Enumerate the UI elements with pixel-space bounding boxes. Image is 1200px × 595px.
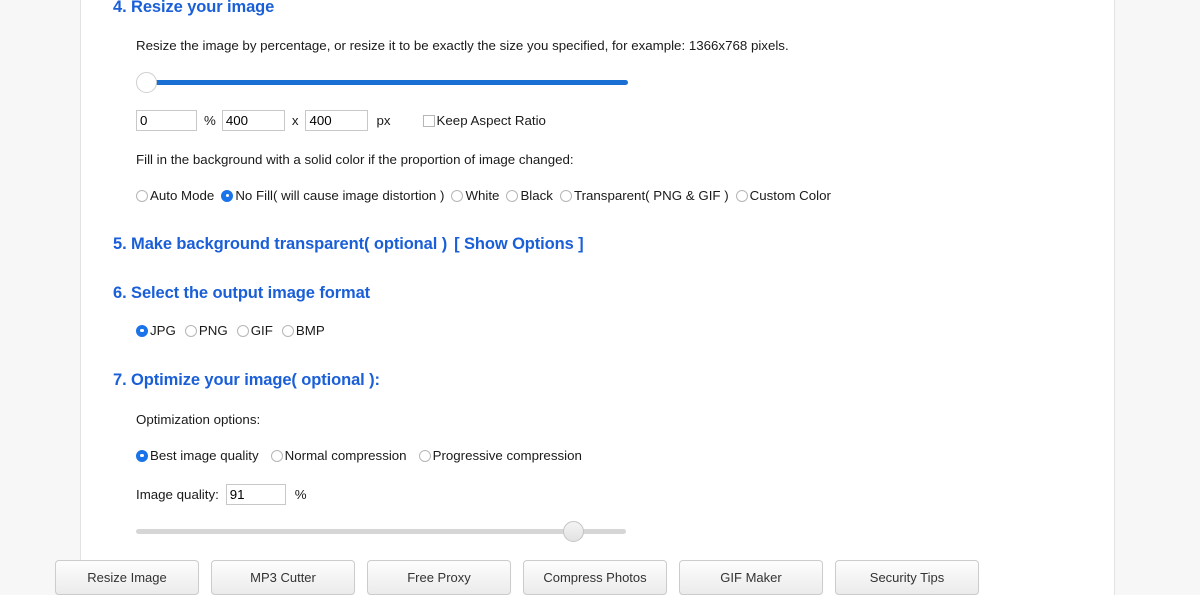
keep-aspect-ratio-label: Keep Aspect Ratio: [436, 113, 546, 128]
transparent-heading-text: 5. Make background transparent( optional…: [113, 235, 448, 253]
quality-slider-handle[interactable]: [563, 521, 584, 542]
tool-button-gif-maker[interactable]: GIF Maker: [679, 560, 823, 595]
resize-percent-slider[interactable]: [136, 72, 628, 94]
resize-heading-text: 4. Resize your image: [113, 0, 275, 16]
quality-slider-track[interactable]: [136, 529, 626, 534]
show-options-link[interactable]: [ Show Options ]: [454, 235, 584, 254]
optimization-options-label: Optimization options:: [136, 412, 261, 427]
radio-icon[interactable]: [559, 189, 572, 202]
fill-option-label: White: [465, 188, 500, 203]
footer-tool-buttons: Resize Image MP3 Cutter Free Proxy Compr…: [55, 560, 979, 595]
pixel-unit-label: px: [376, 113, 391, 128]
fill-option-label: No Fill( will cause image distortion ): [235, 188, 445, 203]
fill-option-no-fill[interactable]: No Fill( will cause image distortion ): [221, 188, 444, 203]
page-root: 4. Resize your image Resize the image by…: [0, 0, 1200, 595]
tool-button-security-tips[interactable]: Security Tips: [835, 560, 979, 595]
radio-icon[interactable]: [236, 324, 249, 337]
optimize-option-normal-compression[interactable]: Normal compression: [270, 448, 407, 463]
optimize-options-row: Best image quality Normal compression Pr…: [136, 448, 582, 463]
format-option-bmp[interactable]: BMP: [281, 323, 325, 338]
fill-options-row: Auto Mode No Fill( will cause image dist…: [136, 188, 831, 203]
optimize-option-progressive-compression[interactable]: Progressive compression: [418, 448, 582, 463]
image-quality-input[interactable]: [225, 484, 286, 505]
fill-option-label: Custom Color: [749, 188, 831, 203]
fill-option-white[interactable]: White: [451, 188, 499, 203]
tool-button-resize-image[interactable]: Resize Image: [55, 560, 199, 595]
percent-unit-label: %: [204, 113, 216, 128]
tool-button-compress-photos[interactable]: Compress Photos: [523, 560, 667, 595]
image-quality-slider[interactable]: [136, 521, 626, 543]
dimension-separator-label: x: [291, 113, 299, 128]
resize-slider-track[interactable]: [146, 80, 628, 85]
fill-option-custom-color[interactable]: Custom Color: [735, 188, 831, 203]
radio-icon[interactable]: [281, 324, 294, 337]
fill-option-black[interactable]: Black: [506, 188, 553, 203]
optimize-option-best-quality[interactable]: Best image quality: [136, 448, 259, 463]
radio-icon[interactable]: [184, 324, 197, 337]
fill-option-transparent[interactable]: Transparent( PNG & GIF ): [559, 188, 729, 203]
resize-description: Resize the image by percentage, or resiz…: [136, 38, 789, 53]
resize-width-input[interactable]: [221, 110, 285, 131]
format-option-label: JPG: [150, 323, 176, 338]
format-option-gif[interactable]: GIF: [236, 323, 273, 338]
resize-percent-input[interactable]: [136, 110, 197, 131]
tool-button-free-proxy[interactable]: Free Proxy: [367, 560, 511, 595]
optimize-option-label: Progressive compression: [432, 448, 582, 463]
optimize-option-label: Normal compression: [284, 448, 407, 463]
format-option-label: GIF: [250, 323, 273, 338]
section-heading-transparent: 5. Make background transparent( optional…: [113, 235, 584, 254]
format-option-jpg[interactable]: JPG: [136, 323, 176, 338]
section-heading-optimize: 7. Optimize your image( optional ):: [113, 371, 380, 390]
radio-icon[interactable]: [506, 189, 519, 202]
tool-button-mp3-cutter[interactable]: MP3 Cutter: [211, 560, 355, 595]
section-heading-resize: 4. Resize your image: [113, 0, 274, 17]
image-quality-label: Image quality:: [136, 487, 219, 502]
format-options-row: JPG PNG GIF BMP: [136, 323, 325, 338]
fill-option-label: Transparent( PNG & GIF ): [573, 188, 729, 203]
format-heading-text: 6. Select the output image format: [113, 284, 371, 302]
section-heading-format: 6. Select the output image format: [113, 284, 370, 303]
radio-icon[interactable]: [270, 449, 283, 462]
resize-height-input[interactable]: [305, 110, 369, 131]
radio-icon[interactable]: [418, 449, 431, 462]
optimize-heading-text: 7. Optimize your image( optional ):: [113, 371, 380, 389]
radio-icon[interactable]: [451, 189, 464, 202]
fill-option-auto-mode[interactable]: Auto Mode: [136, 188, 214, 203]
fill-option-label: Black: [520, 188, 553, 203]
format-option-label: BMP: [295, 323, 325, 338]
radio-icon[interactable]: [735, 189, 748, 202]
fill-option-label: Auto Mode: [150, 188, 215, 203]
fill-background-description: Fill in the background with a solid colo…: [136, 152, 574, 167]
content-column: 4. Resize your image Resize the image by…: [80, 0, 1115, 595]
radio-icon[interactable]: [136, 189, 148, 202]
image-quality-row: Image quality: %: [136, 484, 307, 505]
checkbox-icon[interactable]: [422, 114, 435, 127]
keep-aspect-ratio-checkbox[interactable]: Keep Aspect Ratio: [422, 113, 546, 128]
radio-icon-checked[interactable]: [136, 324, 148, 337]
format-option-png[interactable]: PNG: [184, 323, 228, 338]
radio-icon-checked[interactable]: [221, 189, 234, 202]
resize-slider-handle[interactable]: [136, 72, 157, 93]
image-quality-unit-label: %: [294, 487, 307, 502]
format-option-label: PNG: [198, 323, 228, 338]
optimize-option-label: Best image quality: [150, 448, 259, 463]
radio-icon-checked[interactable]: [136, 449, 148, 462]
resize-dimensions-row: % x px Keep Aspect Ratio: [136, 110, 546, 131]
